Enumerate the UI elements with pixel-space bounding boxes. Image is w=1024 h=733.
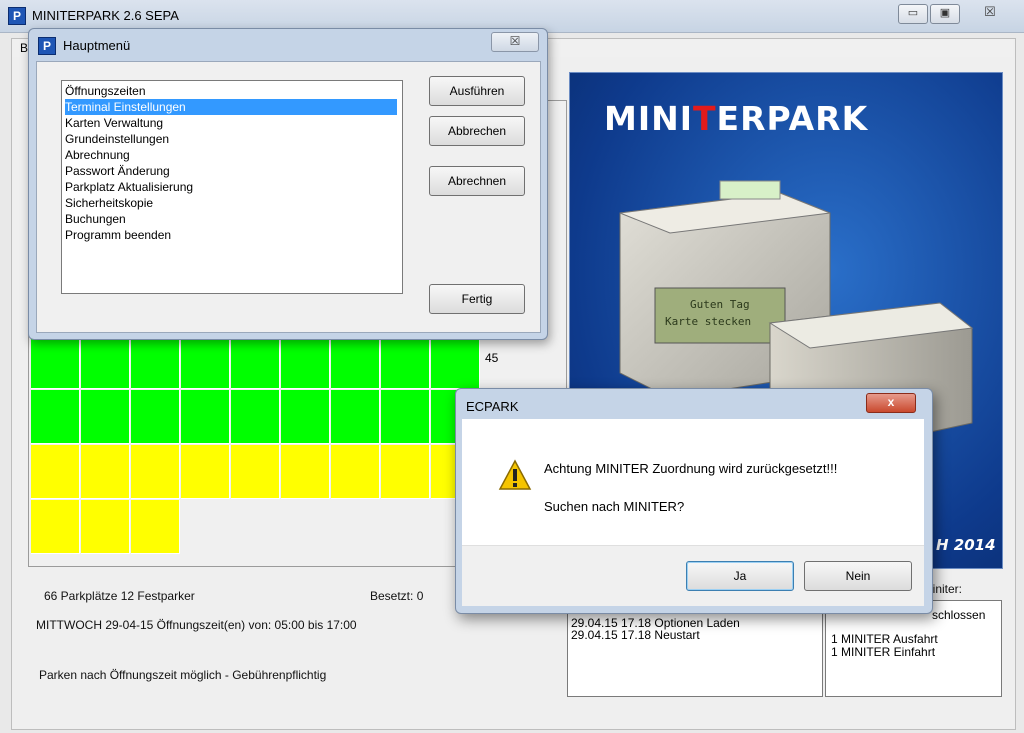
hauptmenu-app-icon: P	[38, 37, 56, 55]
parking-space-cell[interactable]	[381, 335, 430, 389]
parking-space-cell[interactable]	[231, 445, 280, 499]
parking-space-cell[interactable]	[181, 445, 230, 499]
menu-item-first[interactable]: B	[20, 41, 28, 55]
ecpark-title: ECPARK	[466, 399, 519, 414]
parking-space-cell[interactable]	[331, 335, 380, 389]
parking-space-cell[interactable]	[381, 445, 430, 499]
fertig-button[interactable]: Fertig	[429, 284, 525, 314]
parking-space-cell[interactable]	[31, 500, 80, 554]
miniterpark-logo: MINITERPARK	[604, 99, 868, 138]
yes-button[interactable]: Ja	[686, 561, 794, 591]
hauptmenu-list-item[interactable]: Passwort Änderung	[65, 163, 397, 179]
ecpark-footer: Ja Nein	[462, 545, 924, 606]
ecpark-message-1: Achtung MINITER Zuordnung wird zurückges…	[544, 461, 838, 476]
parking-space-cell[interactable]	[31, 335, 80, 389]
abbrechen-button[interactable]: Abbrechen	[429, 116, 525, 146]
event-log-line: 29.04.15 17.18 Neustart	[571, 628, 700, 642]
event-log-list[interactable]: 29.04.15 17.18 Optionen Laden 29.04.15 1…	[567, 613, 823, 697]
hauptmenu-list-item[interactable]: Parkplatz Aktualisierung	[65, 179, 397, 195]
parking-space-cell[interactable]	[331, 445, 380, 499]
logo-part-2: ERPARK	[716, 99, 869, 138]
ausfuehren-button[interactable]: Ausführen	[429, 76, 525, 106]
window-title: MINITERPARK 2.6 SEPA	[32, 8, 179, 23]
miniter-status-line: 1 MINITER Einfahrt	[831, 645, 936, 659]
no-button[interactable]: Nein	[804, 561, 912, 591]
parking-space-cell[interactable]	[281, 390, 330, 444]
parking-space-cell[interactable]	[331, 390, 380, 444]
warning-icon	[498, 459, 532, 490]
parking-space-cell[interactable]	[381, 390, 430, 444]
parking-space-cell[interactable]	[181, 335, 230, 389]
hauptmenu-title: Hauptmenü	[63, 38, 131, 53]
promo-year-text: H 2014	[936, 536, 996, 554]
logo-part-red: T	[693, 99, 717, 138]
parking-space-cell[interactable]	[81, 500, 130, 554]
parking-count-text: 66 Parkplätze 12 Festparker	[44, 589, 195, 603]
abrechnen-button[interactable]: Abrechnen	[429, 166, 525, 196]
hauptmenu-dialog: P Hauptmenü ☒ Öffnungszeiten Terminal Ein…	[28, 28, 548, 340]
parking-space-cell[interactable]	[131, 390, 180, 444]
parking-space-cell[interactable]	[231, 335, 280, 389]
close-button[interactable]: ☒	[966, 4, 1014, 22]
parking-space-cell[interactable]	[281, 445, 330, 499]
opening-hours-text: MITTWOCH 29-04-15 Öffnungszeit(en) von: …	[36, 618, 357, 632]
parking-space-cell[interactable]	[31, 390, 80, 444]
miniter-label: liniter:	[930, 582, 963, 596]
parking-space-cell[interactable]	[81, 335, 130, 389]
parking-space-cell[interactable]	[31, 445, 80, 499]
ecpark-close-button[interactable]: x	[866, 393, 916, 413]
parking-space-cell[interactable]	[131, 445, 180, 499]
miniter-status-line: schlossen	[932, 608, 986, 622]
ecpark-dialog: ECPARK x Achtung MINITER Zuordnung wird …	[455, 388, 933, 614]
parking-grid	[31, 335, 491, 555]
miniter-status-list[interactable]: schlossen 1 MINITER Ausfahrt 1 MINITER E…	[825, 600, 1002, 697]
parking-space-cell[interactable]	[431, 335, 480, 389]
hauptmenu-list-item[interactable]: Öffnungszeiten	[65, 83, 397, 99]
hauptmenu-list-item[interactable]: Karten Verwaltung	[65, 115, 397, 131]
hauptmenu-list[interactable]: Öffnungszeiten Terminal Einstellungen Kart…	[61, 80, 403, 294]
hauptmenu-list-item[interactable]: Programm beenden	[65, 227, 397, 243]
parking-space-cell[interactable]	[131, 335, 180, 389]
parking-space-cell[interactable]	[281, 335, 330, 389]
terminal-screen-line-1: Guten Tag	[690, 298, 750, 311]
maximize-button[interactable]: ▣	[930, 4, 960, 24]
parking-space-cell[interactable]	[81, 445, 130, 499]
minimize-button[interactable]: ▭	[898, 4, 928, 24]
ecpark-message-2: Suchen nach MINITER?	[544, 499, 685, 514]
miniter-status-line: 1 MINITER Ausfahrt	[831, 632, 938, 646]
hauptmenu-body: Öffnungszeiten Terminal Einstellungen Kart…	[36, 61, 541, 333]
parking-space-cell[interactable]	[231, 390, 280, 444]
terminal-screen-line-2: Karte stecken	[665, 315, 751, 328]
hauptmenu-list-item[interactable]: Sicherheitskopie	[65, 195, 397, 211]
parking-after-hours-text: Parken nach Öffnungszeit möglich - Gebüh…	[39, 668, 327, 682]
parking-space-cell[interactable]	[131, 500, 180, 554]
hauptmenu-list-item[interactable]: Terminal Einstellungen	[65, 99, 397, 115]
hauptmenu-list-item[interactable]: Abrechnung	[65, 147, 397, 163]
app-icon: P	[8, 7, 26, 25]
hauptmenu-list-item[interactable]: Buchungen	[65, 211, 397, 227]
hauptmenu-list-item[interactable]: Grundeinstellungen	[65, 131, 397, 147]
occupied-text: Besetzt: 0	[370, 589, 424, 603]
logo-part-1: MINI	[604, 99, 694, 138]
hauptmenu-close-button[interactable]: ☒	[491, 32, 539, 52]
parking-space-cell[interactable]	[181, 390, 230, 444]
parking-space-cell[interactable]	[81, 390, 130, 444]
grid-row-label: 45	[485, 351, 499, 365]
